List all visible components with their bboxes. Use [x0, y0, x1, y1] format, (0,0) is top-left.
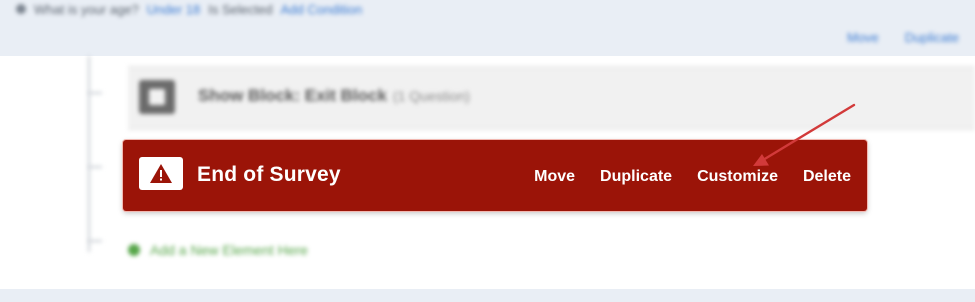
annotation-arrow	[753, 103, 856, 166]
